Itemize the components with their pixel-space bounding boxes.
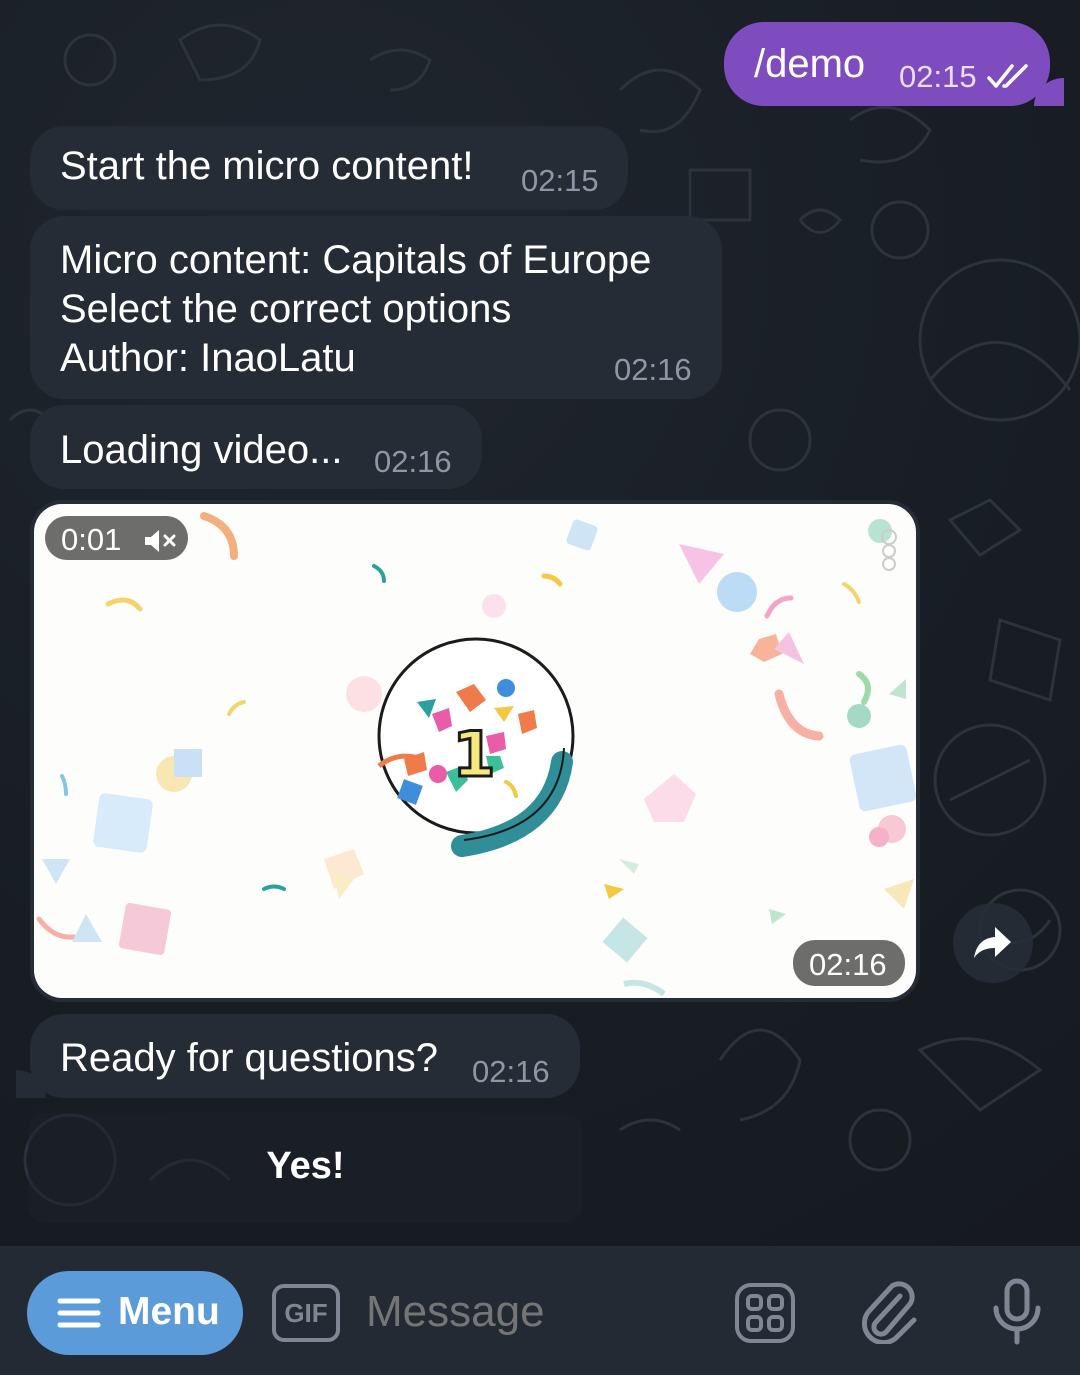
incoming-message-bubble[interactable]: Start the micro content! 02:15 (30, 126, 628, 210)
message-text: Start the micro content! (60, 144, 474, 188)
message-line: Author: InaoLatu (60, 336, 356, 380)
message-time: 02:16 (809, 947, 887, 982)
message-text: Loading video... (60, 428, 343, 472)
outgoing-message-bubble[interactable]: /demo 02:15 (724, 22, 1064, 106)
message-input-bar: Menu GIF (0, 1246, 1080, 1375)
message-text: Ready for questions? (60, 1036, 439, 1080)
bot-menu-button[interactable]: Menu (27, 1271, 243, 1355)
message-time: 02:16 (472, 1054, 550, 1089)
video-player[interactable]: 1 0:01 02:16 (34, 504, 916, 998)
keyboard-button-label: Yes! (266, 1145, 345, 1187)
video-time-badge: 02:16 (793, 940, 905, 986)
gif-button[interactable]: GIF (272, 1284, 340, 1342)
incoming-message-bubble[interactable]: Loading video... 02:16 (30, 405, 482, 489)
double-check-icon (986, 64, 1032, 95)
paperclip-icon[interactable] (861, 1280, 920, 1349)
message-time: 02:15 (899, 59, 977, 94)
video-frame: 1 (36, 512, 916, 997)
video-duration-badge[interactable]: 0:01 (45, 516, 188, 560)
video-message[interactable]: 1 0:01 02:16 (30, 500, 920, 1002)
message-line: Micro content: Capitals of Europe (60, 238, 652, 282)
menu-label: Menu (118, 1290, 220, 1333)
message-time: 02:15 (521, 163, 599, 198)
inline-keyboard-button-yes[interactable]: Yes! (28, 1113, 583, 1223)
menu-icon (57, 1297, 101, 1334)
message-time: 02:16 (614, 352, 692, 387)
message-text: /demo (754, 42, 866, 86)
emoji-grid-icon[interactable] (735, 1283, 795, 1348)
message-line: Select the correct options (60, 287, 512, 331)
share-arrow-icon (973, 925, 1013, 966)
incoming-message-bubble[interactable]: Micro content: Capitals of Europe Select… (30, 216, 722, 399)
microphone-icon[interactable] (992, 1278, 1042, 1351)
speaker-muted-icon (143, 526, 179, 562)
message-time: 02:16 (374, 444, 452, 479)
bubble-tail (1034, 78, 1064, 106)
video-elapsed: 0:01 (61, 522, 122, 557)
message-input[interactable] (366, 1284, 706, 1340)
countdown-number: 1 (452, 718, 495, 791)
incoming-message-bubble[interactable]: Ready for questions? 02:16 (30, 1014, 580, 1098)
share-button[interactable] (953, 903, 1033, 983)
